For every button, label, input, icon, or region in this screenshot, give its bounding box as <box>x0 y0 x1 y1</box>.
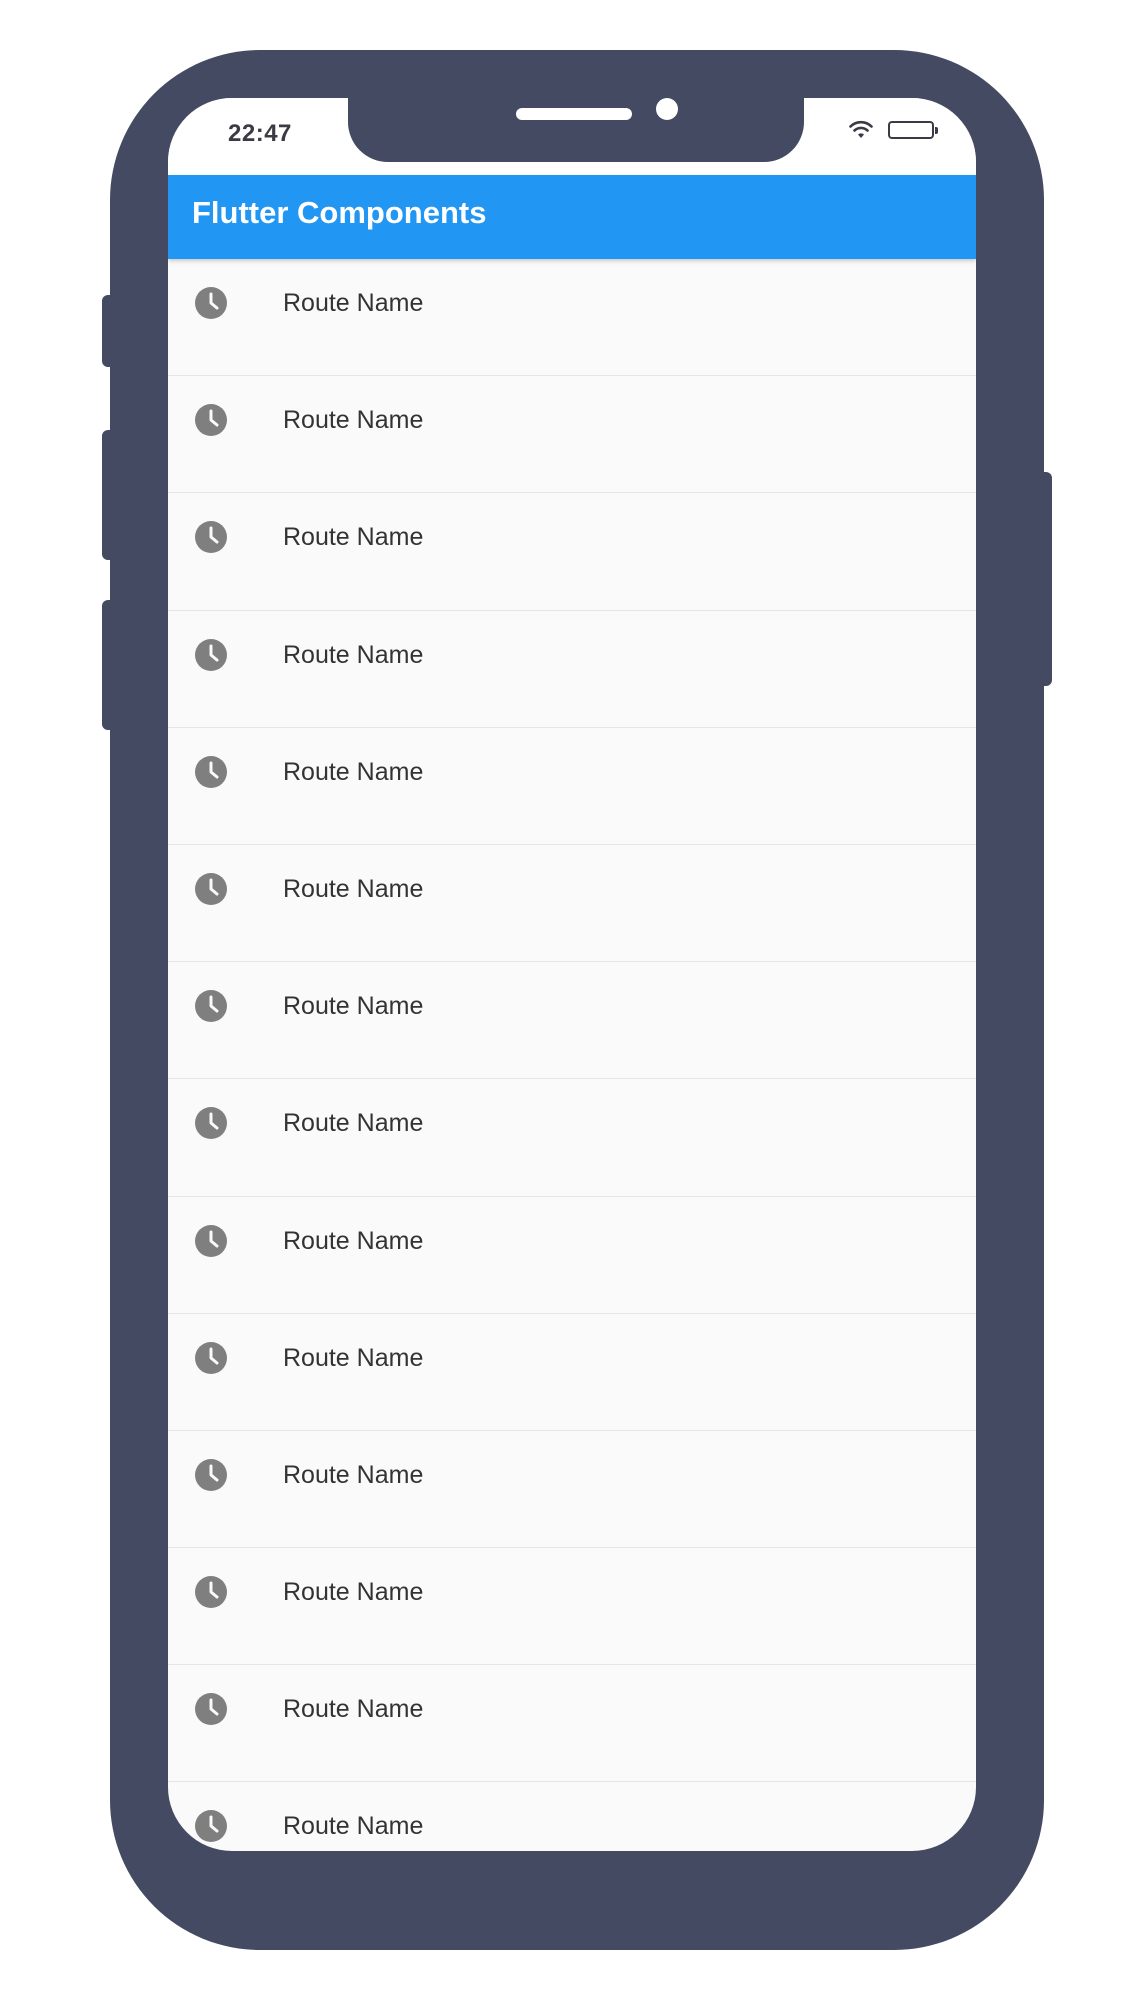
list-item-label: Route Name <box>283 1109 424 1138</box>
clock-icon <box>194 1809 228 1843</box>
list-item-label: Route Name <box>283 406 424 435</box>
list-item[interactable]: Route Name <box>168 1314 976 1431</box>
battery-icon <box>888 121 938 139</box>
clock-icon <box>194 1458 228 1492</box>
list-item-label: Route Name <box>283 874 424 903</box>
status-icons <box>848 120 938 140</box>
app-title: Flutter Components <box>192 195 487 230</box>
clock-icon <box>194 755 228 789</box>
list-item-label: Route Name <box>283 1460 424 1489</box>
list-item-label: Route Name <box>283 523 424 552</box>
list-item[interactable]: Route Name <box>168 376 976 494</box>
list-item[interactable]: Route Name <box>168 845 976 963</box>
list-item[interactable]: Route Name <box>168 728 976 845</box>
clock-icon <box>194 638 228 672</box>
list-item-label: Route Name <box>283 1812 424 1841</box>
speaker-grille <box>516 108 632 120</box>
notch <box>348 98 804 162</box>
list-item[interactable]: Route Name <box>168 1197 976 1314</box>
clock-icon <box>194 1106 228 1140</box>
clock-icon <box>194 1341 228 1375</box>
clock-icon <box>194 286 228 320</box>
phone-screen: 22:47 Flutter Components Route Name Route <box>168 98 976 1851</box>
list-item-label: Route Name <box>283 640 424 669</box>
route-list: Route Name Route Name Route Name Route Name… <box>168 259 976 1851</box>
clock-icon <box>194 520 228 554</box>
list-item[interactable]: Route Name <box>168 493 976 611</box>
list-item-label: Route Name <box>283 1695 424 1724</box>
list-item[interactable]: Route Name <box>168 1665 976 1783</box>
status-time: 22:47 <box>228 120 292 147</box>
clock-icon <box>194 1575 228 1609</box>
list-item-label: Route Name <box>283 757 424 786</box>
list-item[interactable]: Route Name <box>168 259 976 377</box>
clock-icon <box>194 989 228 1023</box>
list-item-label: Route Name <box>283 1578 424 1607</box>
clock-icon <box>194 872 228 906</box>
app-bar: Flutter Components <box>168 175 976 259</box>
clock-icon <box>194 403 228 437</box>
wifi-icon <box>848 120 874 140</box>
list-item[interactable]: Route Name <box>168 1431 976 1549</box>
stage: 22:47 Flutter Components Route Name Route <box>0 0 1148 2000</box>
list-item-label: Route Name <box>283 1226 424 1255</box>
clock-icon <box>194 1224 228 1258</box>
list-item-label: Route Name <box>283 1343 424 1372</box>
list-item[interactable]: Route Name <box>168 1079 976 1197</box>
list-item[interactable]: Route Name <box>168 611 976 728</box>
clock-icon <box>194 1692 228 1726</box>
list-item[interactable]: Route Name <box>168 1782 976 1851</box>
list-item-label: Route Name <box>283 992 424 1021</box>
list-item[interactable]: Route Name <box>168 1548 976 1666</box>
front-camera <box>656 98 678 120</box>
list-item-label: Route Name <box>283 289 424 317</box>
list-item[interactable]: Route Name <box>168 962 976 1080</box>
